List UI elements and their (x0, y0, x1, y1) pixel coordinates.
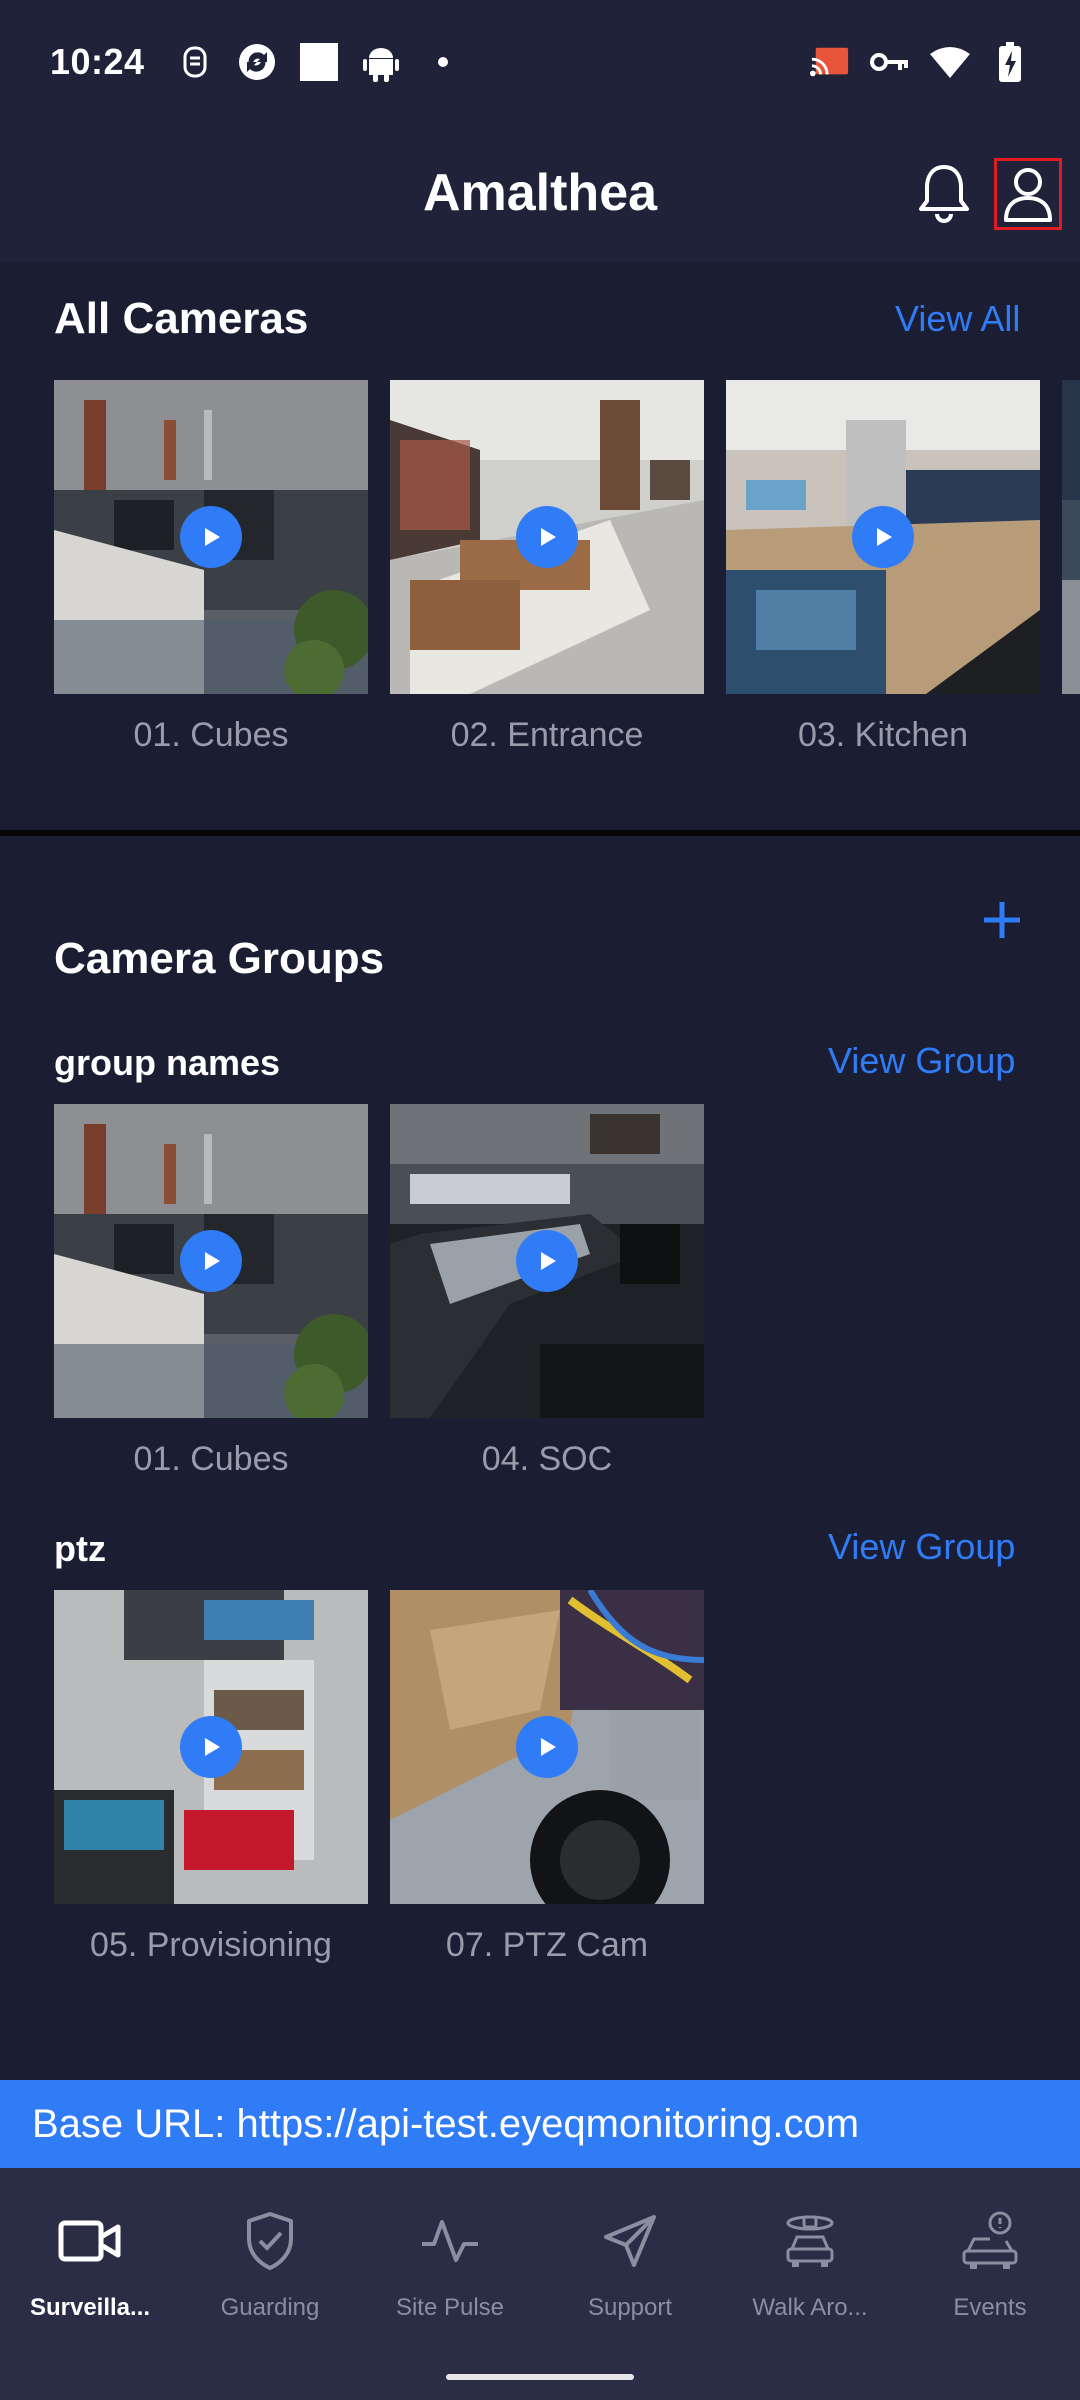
play-icon (877, 528, 892, 546)
status-left-icons (175, 42, 463, 82)
camera-thumb-provisioning[interactable] (54, 1590, 368, 1904)
profile-icon (1004, 168, 1052, 222)
camera-groups-heading: Camera Groups (54, 934, 385, 983)
play-button[interactable] (516, 506, 578, 568)
nav-label: Site Pulse (395, 2294, 505, 2321)
camera-label: 01. Cubes (133, 1440, 289, 1478)
camera-thumb-ptz[interactable] (390, 1590, 704, 1904)
camera-feed-image (1062, 380, 1080, 694)
shield-check-icon (235, 2206, 305, 2276)
cellular-rec-icon (175, 42, 215, 82)
play-button[interactable] (516, 1230, 578, 1292)
base-url-banner: Base URL: https://api-test.eyeqmonitorin… (0, 2080, 1080, 2168)
nav-item-walk-around[interactable]: Walk Aro... (720, 2206, 900, 2336)
nav-label: Surveilla... (29, 2294, 151, 2321)
camera-groups-section: Camera Groups group names View Group 01.… (0, 836, 1080, 2080)
camera-label: 04. SOC (481, 1440, 613, 1478)
cast-icon (810, 42, 850, 82)
nav-item-guarding[interactable]: Guarding (180, 2206, 360, 2336)
play-icon (205, 1738, 220, 1756)
android-icon (361, 42, 401, 82)
play-button[interactable] (180, 506, 242, 568)
camera-label: 02. Entrance (450, 716, 644, 754)
play-icon (541, 1252, 556, 1270)
nav-item-surveillance[interactable]: Surveilla... (0, 2206, 180, 2336)
all-cameras-heading: All Cameras (54, 294, 309, 343)
dot-icon (423, 42, 463, 82)
camera-thumb-soc[interactable] (390, 1104, 704, 1418)
app-header: Amalthea (0, 124, 1080, 262)
nav-item-site-pulse[interactable]: Site Pulse (360, 2206, 540, 2336)
camera-thumb-entrance[interactable] (390, 380, 704, 694)
view-group-link[interactable]: View Group (828, 1040, 1015, 1082)
camera-label: 07. PTZ Cam (445, 1926, 649, 1964)
play-icon (205, 528, 220, 546)
play-button[interactable] (180, 1716, 242, 1778)
camera-thumb-cubes[interactable] (54, 1104, 368, 1418)
status-time: 10:24 (50, 41, 145, 82)
app-title: Amalthea (422, 164, 658, 222)
play-button[interactable] (852, 506, 914, 568)
nav-label: Guarding (220, 2294, 320, 2321)
car-scan-icon (775, 2206, 845, 2276)
camera-thumb-kitchen[interactable] (726, 380, 1040, 694)
add-group-button[interactable] (976, 894, 1028, 946)
play-button[interactable] (516, 1716, 578, 1778)
group-name: group names (54, 1042, 281, 1083)
nav-item-support[interactable]: Support (540, 2206, 720, 2336)
pulse-icon (415, 2206, 485, 2276)
camera-label: 05. Provisioning (90, 1926, 332, 1964)
nav-label: Walk Aro... (752, 2294, 868, 2321)
view-group-link[interactable]: View Group (828, 1526, 1015, 1568)
vpn-key-icon (870, 42, 910, 82)
battery-charging-icon (990, 42, 1030, 82)
play-button[interactable] (180, 1230, 242, 1292)
plus-icon (984, 902, 1020, 938)
play-icon (541, 1738, 556, 1756)
view-all-link[interactable]: View All (895, 298, 1020, 340)
status-right-icons (810, 42, 1030, 82)
sync-icon (237, 42, 277, 82)
all-cameras-section: All Cameras View All 01. Cubes 02. Entra… (0, 262, 1080, 832)
notifications-button[interactable] (912, 158, 976, 228)
camera-thumb-partial[interactable] (1062, 380, 1080, 694)
group-name: ptz (54, 1528, 106, 1569)
nav-label: Support (587, 2294, 673, 2321)
home-indicator[interactable] (446, 2374, 634, 2380)
car-alert-icon (955, 2206, 1025, 2276)
nav-item-events[interactable]: Events (900, 2206, 1080, 2336)
video-camera-icon (55, 2206, 125, 2276)
wifi-icon (930, 42, 970, 82)
camera-label: 01. Cubes (133, 716, 289, 754)
bottom-nav: Surveilla... Guarding Site Pulse Support… (0, 2168, 1080, 2400)
play-icon (205, 1252, 220, 1270)
camera-label: 03. Kitchen (797, 716, 969, 754)
nav-label: Events (953, 2294, 1027, 2321)
bell-icon (919, 165, 969, 223)
status-bar: 10:24 (0, 0, 1080, 124)
profile-button[interactable] (994, 158, 1062, 230)
send-icon (595, 2206, 665, 2276)
play-icon (541, 528, 556, 546)
square-icon (299, 42, 339, 82)
camera-thumb-cubes[interactable] (54, 380, 368, 694)
